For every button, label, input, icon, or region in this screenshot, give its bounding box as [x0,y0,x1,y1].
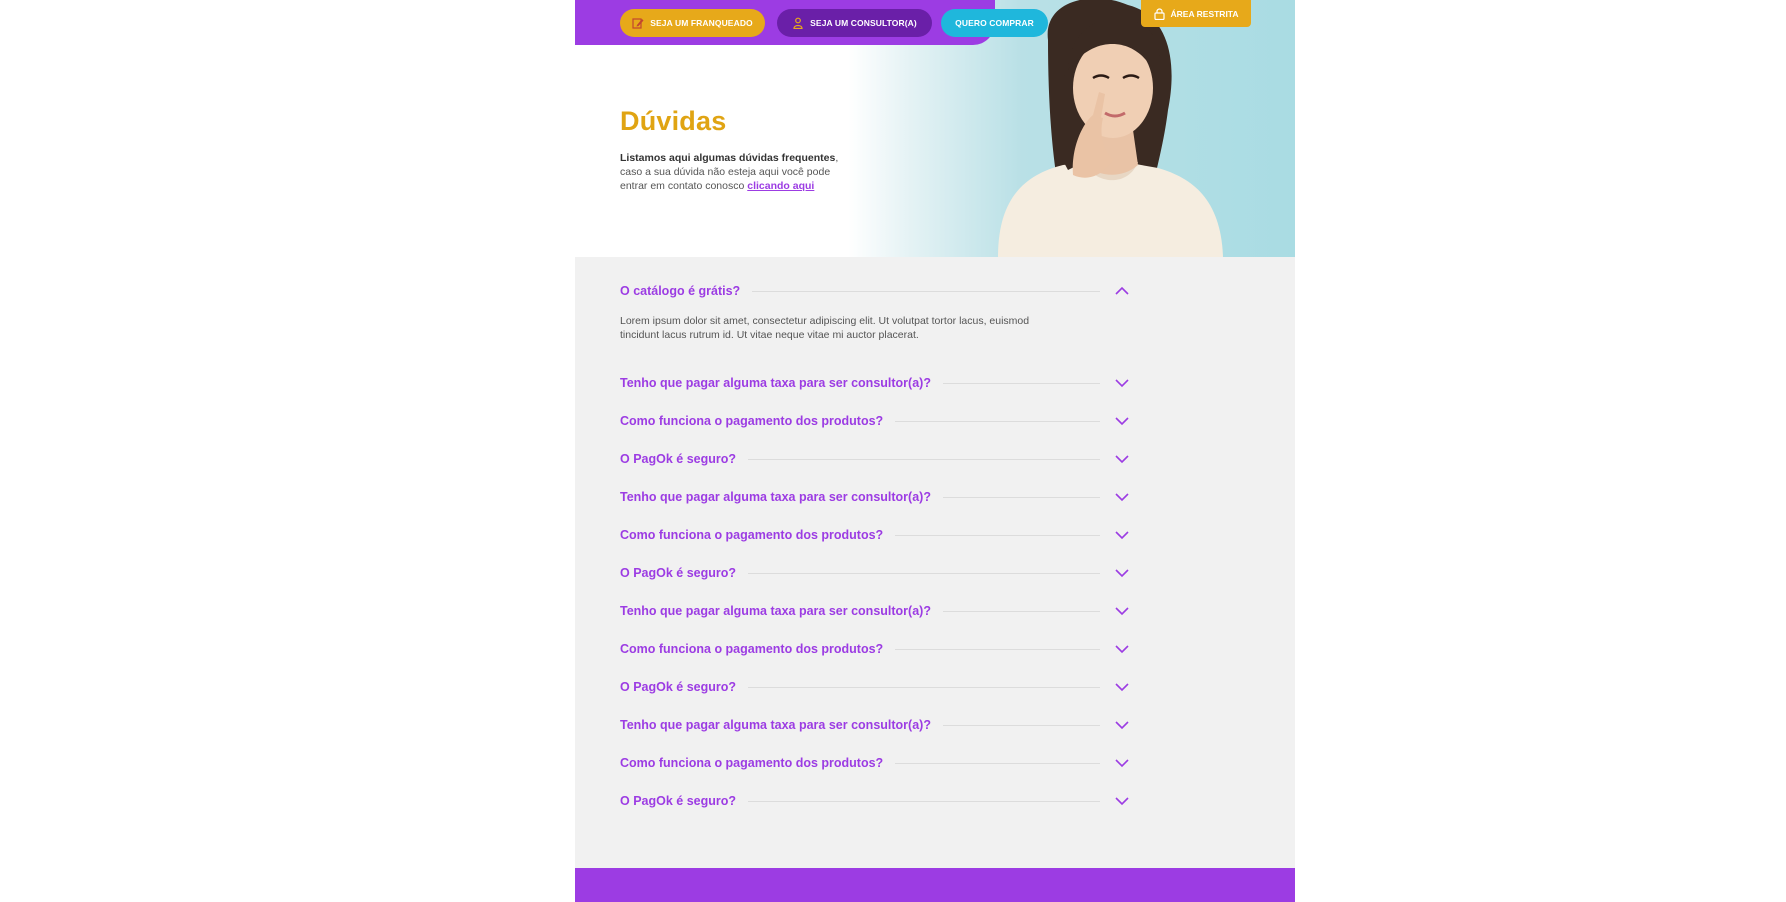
faq-question-toggle[interactable]: Tenho que pagar alguma taxa para ser con… [620,592,1130,630]
faq-question-text: Tenho que pagar alguma taxa para ser con… [620,718,931,732]
faq-question-toggle[interactable]: Como funciona o pagamento dos produtos? [620,630,1130,668]
faq-question-text: Tenho que pagar alguma taxa para ser con… [620,376,931,390]
chevron-down-icon[interactable] [1114,644,1130,654]
chevron-down-icon[interactable] [1114,378,1130,388]
faq-question-text: O catálogo é grátis? [620,284,741,298]
faq-item: Tenho que pagar alguma taxa para ser con… [620,706,1130,744]
faq-item: Como funciona o pagamento dos produtos? [620,744,1130,782]
faq-item: O catálogo é grátis? Lorem ipsum dolor si… [620,272,1130,342]
footer-band [575,868,1295,902]
person-icon [793,17,803,29]
faq-divider [895,648,1100,650]
seja-consultor-label: SEJA UM CONSULTOR(A) [810,18,917,28]
chevron-down-icon[interactable] [1114,454,1130,464]
faq-divider [748,800,1100,802]
faq-question-toggle[interactable]: Como funciona o pagamento dos produtos? [620,402,1130,440]
faq-item: Como funciona o pagamento dos produtos? [620,516,1130,554]
quero-comprar-label: QUERO COMPRAR [955,18,1034,28]
faq-question-text: O PagOk é seguro? [620,452,737,466]
faq-question-toggle[interactable]: Tenho que pagar alguma taxa para ser con… [620,364,1130,402]
chevron-down-icon[interactable] [1114,416,1130,426]
chevron-down-icon[interactable] [1114,606,1130,616]
faq-question-toggle[interactable]: Como funciona o pagamento dos produtos? [620,516,1130,554]
hero-intro-bold: Listamos aqui algumas dúvidas frequentes [620,152,836,164]
quero-comprar-button[interactable]: QUERO COMPRAR [941,9,1048,37]
hero-banner: SEJA UM FRANQUEADO SEJA UM CONSULTOR(A) … [575,0,1295,257]
faq-item: O PagOk é seguro? [620,782,1130,820]
faq-item: O PagOk é seguro? [620,440,1130,478]
faq-question-toggle[interactable]: O PagOk é seguro? [620,782,1130,820]
faq-item: O PagOk é seguro? [620,668,1130,706]
chevron-down-icon[interactable] [1114,530,1130,540]
faq-divider [748,458,1100,460]
faq-divider [895,762,1100,764]
faq-divider [752,290,1100,292]
faq-question-toggle[interactable]: O PagOk é seguro? [620,440,1130,478]
faq-question-text: O PagOk é seguro? [620,566,737,580]
faq-item: Tenho que pagar alguma taxa para ser con… [620,592,1130,630]
faq-question-toggle[interactable]: Tenho que pagar alguma taxa para ser con… [620,706,1130,744]
seja-franqueado-button[interactable]: SEJA UM FRANQUEADO [620,9,765,37]
contact-link[interactable]: clicando aqui [747,180,814,192]
page-title: Dúvidas [620,106,727,136]
faq-divider [942,382,1100,384]
chevron-down-icon[interactable] [1114,682,1130,692]
faq-question-text: Tenho que pagar alguma taxa para ser con… [620,490,931,504]
hero-intro-text: Listamos aqui algumas dúvidas frequentes… [620,151,855,193]
faq-question-text: Como funciona o pagamento dos produtos? [620,642,884,656]
faq-question-toggle[interactable]: Tenho que pagar alguma taxa para ser con… [620,478,1130,516]
faq-list: O catálogo é grátis? Lorem ipsum dolor si… [620,272,1130,820]
faq-divider [748,572,1100,574]
lock-icon [1153,7,1165,20]
chevron-down-icon[interactable] [1114,720,1130,730]
faq-question-toggle[interactable]: O PagOk é seguro? [620,554,1130,592]
faq-divider [895,534,1100,536]
area-restrita-button[interactable]: ÁREA RESTRITA [1141,0,1251,27]
seja-consultor-button[interactable]: SEJA UM CONSULTOR(A) [777,9,932,37]
chevron-down-icon[interactable] [1114,492,1130,502]
chevron-down-icon[interactable] [1114,568,1130,578]
faq-item: Tenho que pagar alguma taxa para ser con… [620,364,1130,402]
faq-question-text: Como funciona o pagamento dos produtos? [620,414,884,428]
faq-divider [895,420,1100,422]
seja-franqueado-label: SEJA UM FRANQUEADO [650,18,753,28]
faq-item: Como funciona o pagamento dos produtos? [620,630,1130,668]
faq-item: Como funciona o pagamento dos produtos? [620,402,1130,440]
faq-question-toggle[interactable]: O PagOk é seguro? [620,668,1130,706]
faq-answer-text: Lorem ipsum dolor sit amet, consectetur … [620,315,1030,341]
faq-item: Tenho que pagar alguma taxa para ser con… [620,478,1130,516]
edit-icon [632,18,644,29]
faq-question-toggle[interactable]: O catálogo é grátis? [620,272,1130,310]
chevron-down-icon[interactable] [1114,758,1130,768]
faq-question-text: Tenho que pagar alguma taxa para ser con… [620,604,931,618]
page: SEJA UM FRANQUEADO SEJA UM CONSULTOR(A) … [575,0,1295,902]
chevron-up-icon[interactable] [1114,286,1130,296]
faq-question-text: O PagOk é seguro? [620,680,737,694]
faq-question-toggle[interactable]: Como funciona o pagamento dos produtos? [620,744,1130,782]
faq-question-text: Como funciona o pagamento dos produtos? [620,528,884,542]
faq-question-text: O PagOk é seguro? [620,794,737,808]
faq-question-text: Como funciona o pagamento dos produtos? [620,756,884,770]
hero-woman-image [998,0,1223,257]
faq-divider [942,496,1100,498]
faq-divider [942,724,1100,726]
faq-item: O PagOk é seguro? [620,554,1130,592]
chevron-down-icon[interactable] [1114,796,1130,806]
faq-divider [942,610,1100,612]
faq-divider [748,686,1100,688]
area-restrita-label: ÁREA RESTRITA [1170,8,1239,19]
